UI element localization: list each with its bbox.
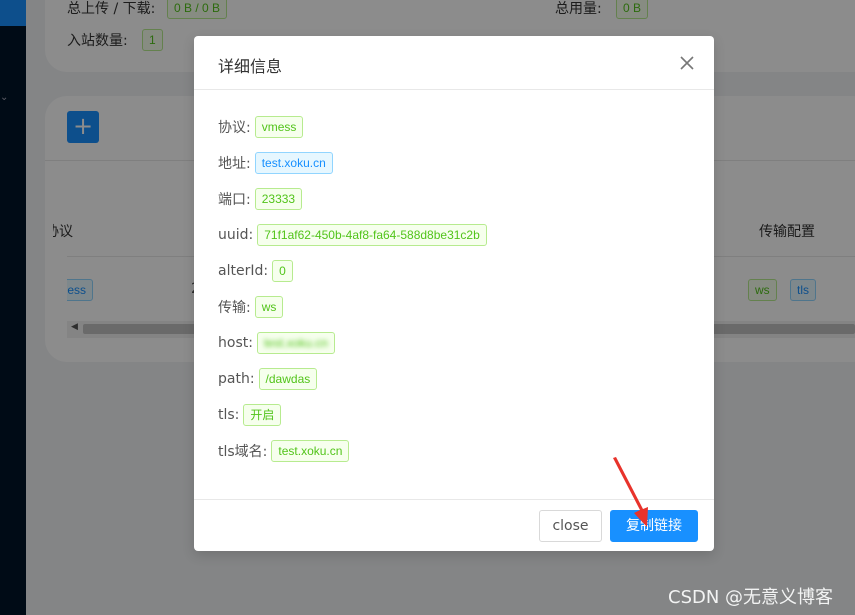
detail-value-tag: test.xoku.cn bbox=[256, 332, 335, 354]
close-button[interactable]: close bbox=[539, 510, 602, 542]
detail-value-tag: ws bbox=[254, 296, 284, 318]
detail-label: alterId: bbox=[218, 263, 269, 279]
detail-row-transport: 传输: ws bbox=[218, 295, 284, 319]
detail-value-tag: /dawdas bbox=[258, 368, 318, 390]
detail-label: tls: bbox=[218, 407, 240, 423]
detail-value-tag: test.xoku.cn bbox=[254, 152, 333, 174]
detail-row-tls: tls: 开启 bbox=[218, 403, 282, 427]
modal-header: 详细信息 bbox=[194, 36, 714, 90]
detail-label: uuid: bbox=[218, 227, 254, 243]
detail-label: path: bbox=[218, 371, 255, 387]
detail-value-tag: 23333 bbox=[254, 188, 303, 210]
detail-label: 传输: bbox=[218, 300, 251, 316]
detail-label: tls域名: bbox=[218, 444, 268, 460]
blurred-host-text: test.xoku.cn bbox=[263, 336, 328, 350]
detail-row-protocol: 协议: vmess bbox=[218, 115, 304, 139]
detail-value-tag: test.xoku.cn bbox=[271, 440, 350, 462]
detail-row-host: host: test.xoku.cn bbox=[218, 331, 335, 355]
detail-value-tag: vmess bbox=[254, 116, 304, 138]
close-icon[interactable] bbox=[677, 53, 697, 73]
detail-value-tag: 0 bbox=[272, 260, 293, 282]
detail-label: 协议: bbox=[218, 120, 251, 136]
detail-label: 地址: bbox=[218, 156, 251, 172]
detail-label: host: bbox=[218, 335, 253, 351]
detail-row-address: 地址: test.xoku.cn bbox=[218, 151, 333, 175]
detail-row-alterid: alterId: 0 bbox=[218, 259, 293, 283]
detail-value-tag: 开启 bbox=[243, 404, 282, 426]
detail-value-tag: 71f1af62-450b-4af8-fa64-588d8be31c2b bbox=[257, 224, 487, 246]
annotation-arrow bbox=[613, 457, 648, 527]
modal-title: 详细信息 bbox=[218, 57, 283, 76]
detail-row-port: 端口: 23333 bbox=[218, 187, 303, 211]
detail-row-path: path: /dawdas bbox=[218, 367, 318, 391]
detail-row-uuid: uuid: 71f1af62-450b-4af8-fa64-588d8be31c… bbox=[218, 223, 487, 247]
detail-row-tls-domain: tls域名: test.xoku.cn bbox=[218, 439, 350, 463]
csdn-watermark: CSDN @无意义博客 bbox=[668, 587, 834, 608]
detail-label: 端口: bbox=[218, 192, 251, 208]
